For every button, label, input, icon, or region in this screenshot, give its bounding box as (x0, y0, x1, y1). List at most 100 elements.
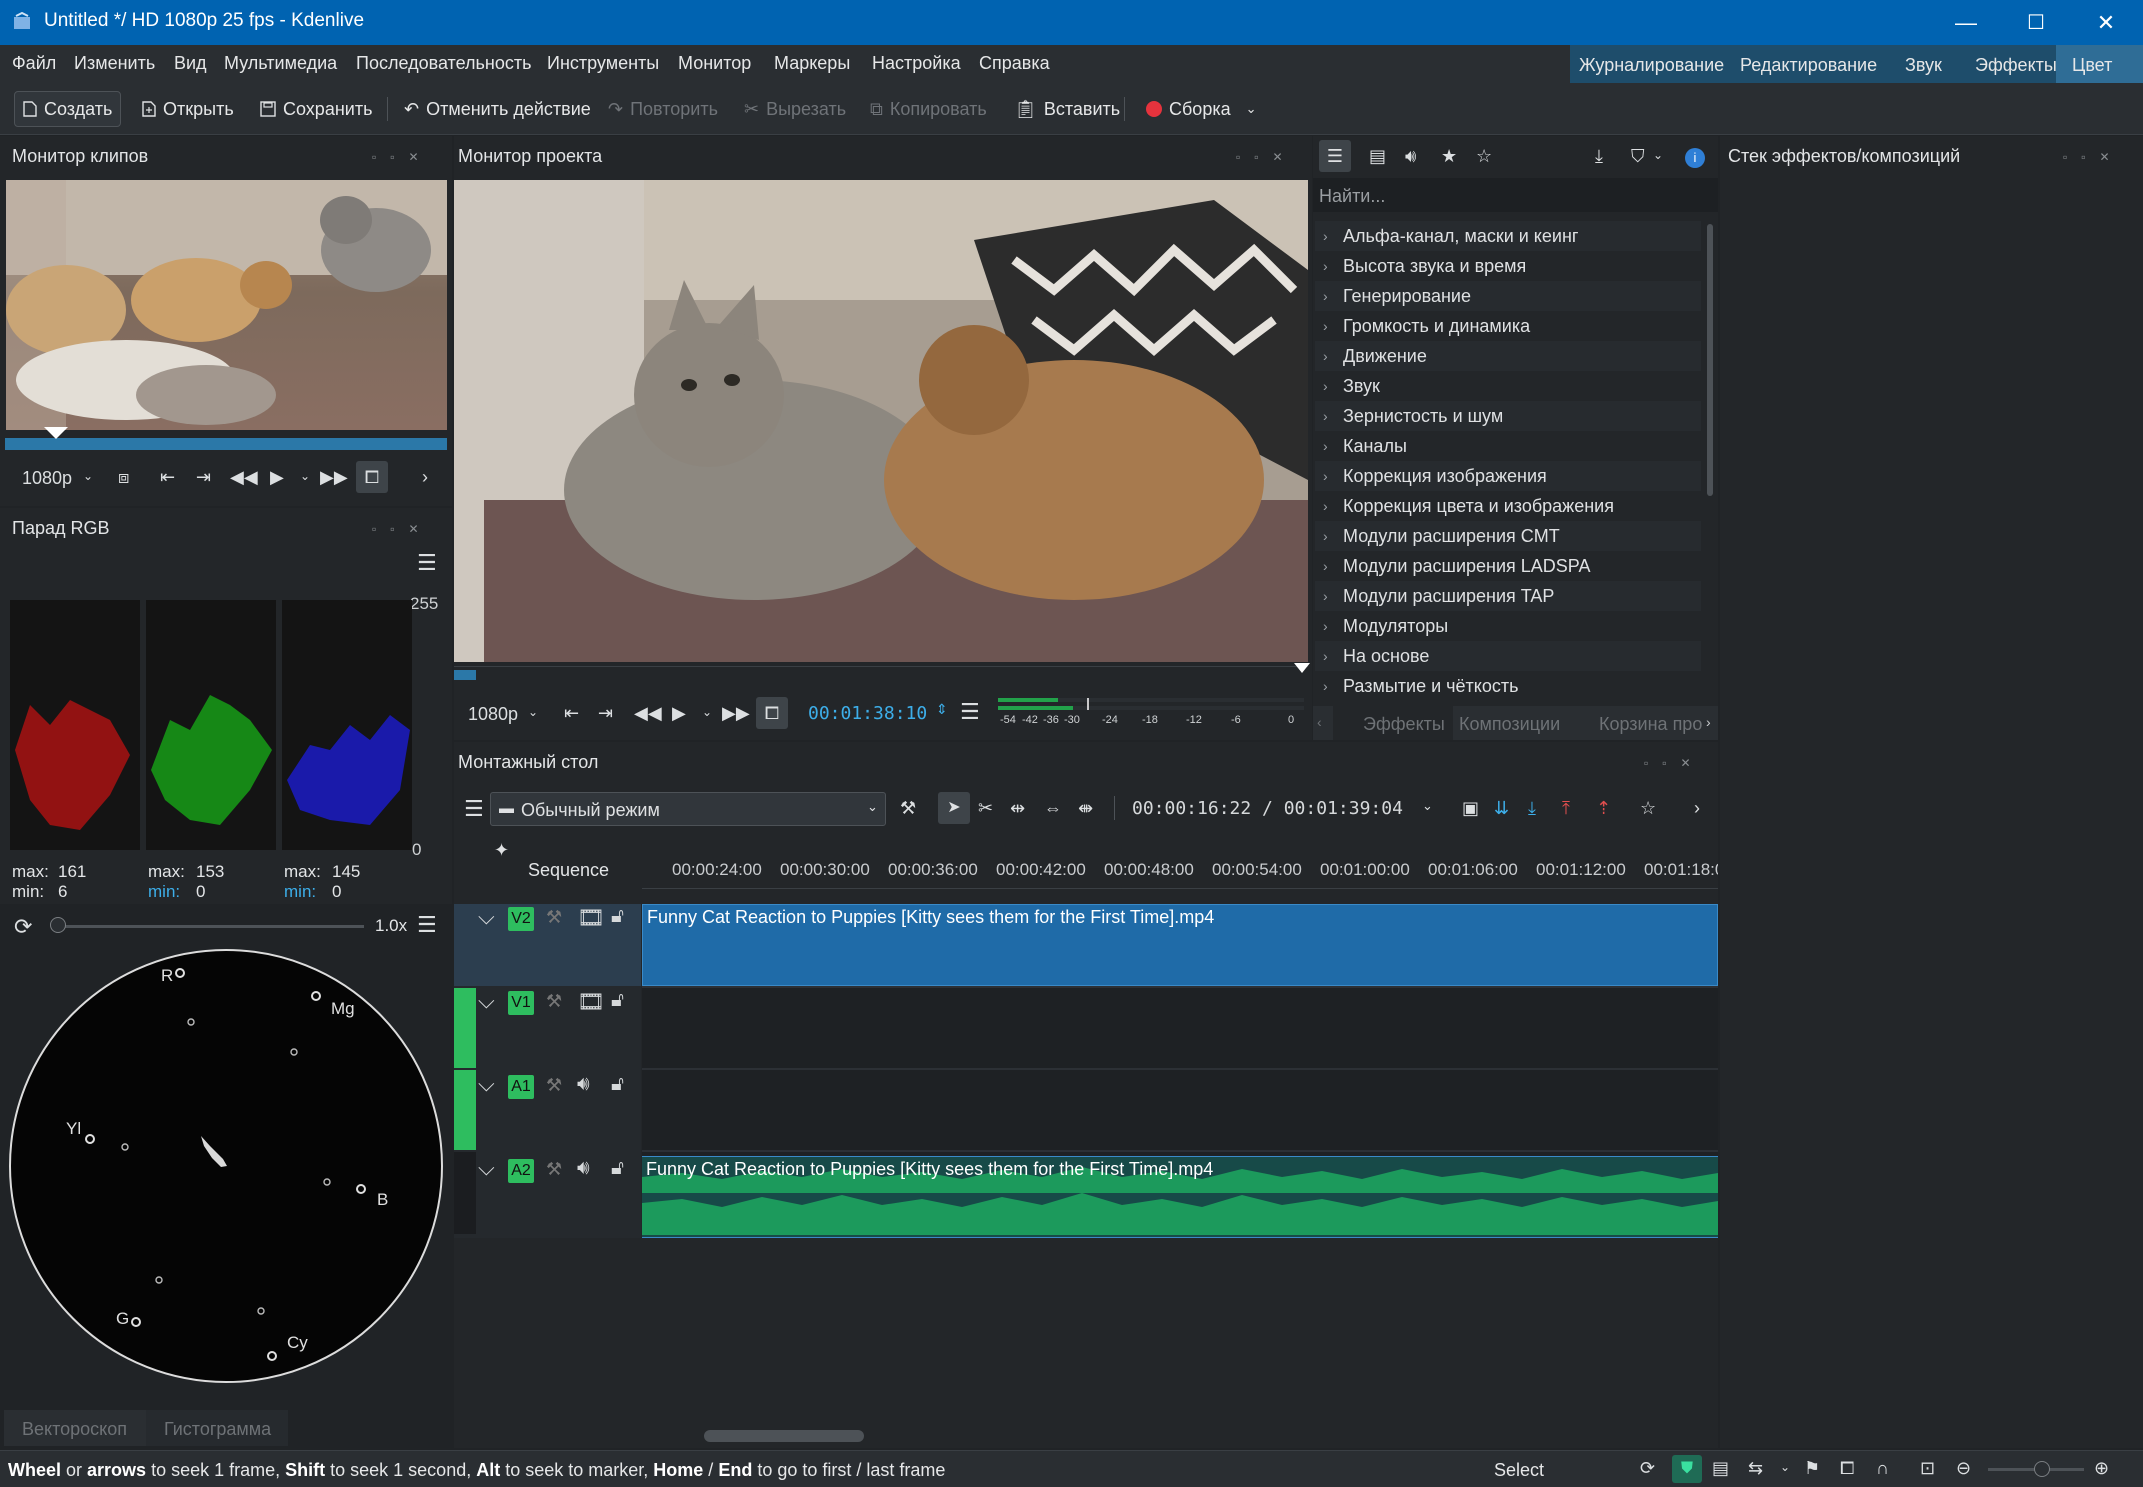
favorite-star-icon[interactable]: ☆ (1640, 798, 1656, 819)
rgb-parade-dock-controls[interactable]: ▫▫✕ (372, 522, 433, 536)
more-chevron-icon[interactable]: › (1694, 798, 1700, 819)
effect-category[interactable]: › Модули расширения TAP (1315, 581, 1701, 611)
timeline-horizontal-scrollbar[interactable] (704, 1430, 864, 1442)
collapse-a1-icon[interactable]: ⌵ (478, 1071, 495, 1097)
menu-sequence[interactable]: Последовательность (356, 53, 531, 74)
timecode-spin-icon[interactable]: ⇕ (936, 701, 948, 718)
zoom-out-icon[interactable]: ⊖ (1956, 1458, 1971, 1479)
menu-help[interactable]: Справка (979, 53, 1050, 74)
effects-search-field[interactable]: Найти... (1313, 178, 1718, 212)
forward-icon[interactable]: ▶▶ (722, 703, 750, 724)
effect-category[interactable]: › Генерирование (1315, 281, 1701, 311)
layout-editing[interactable]: Редактирование (1740, 55, 1877, 76)
menu-file[interactable]: Файл (12, 53, 56, 74)
tab-scroll-right-icon[interactable]: › (1706, 714, 1711, 730)
chevron-down-icon[interactable]: ⌄ (702, 705, 712, 719)
refresh-icon[interactable]: ⟳ (14, 914, 32, 940)
download-icon[interactable]: ⤓ (1595, 146, 1603, 167)
slip-tool-icon[interactable]: ⇼ (1078, 798, 1093, 819)
layout-color[interactable]: Цвет (2056, 45, 2143, 83)
film-icon[interactable]: 🎞︎ (577, 905, 605, 931)
clip-monitor-video[interactable] (6, 180, 447, 430)
track-name-a1[interactable]: A1 (508, 1075, 534, 1099)
clip-monitor-dock-controls[interactable]: ▫▫✕ (372, 150, 433, 164)
tab-vectorscope[interactable]: Вектороскоп (4, 1410, 146, 1446)
track-effects-icon[interactable]: ⚒ (546, 907, 562, 928)
effect-category[interactable]: › Движение (1315, 341, 1701, 371)
chevron-down-icon[interactable]: ⌄ (300, 469, 310, 483)
collapse-v2-icon[interactable]: ⌵ (478, 904, 495, 930)
menu-monitor[interactable]: Монитор (678, 53, 751, 74)
speaker-icon[interactable]: 🔊︎ (577, 1073, 590, 1096)
menu-markers[interactable]: Маркеры (774, 53, 850, 74)
vectorscope-zoom-slider[interactable] (54, 925, 364, 928)
effect-category[interactable]: › Громкость и динамика (1315, 311, 1701, 341)
track-target-v1[interactable] (454, 988, 476, 1068)
set-in-point-icon[interactable]: ⇤ (160, 467, 175, 488)
rewind-icon[interactable]: ◀◀ (230, 467, 258, 488)
menu-hamburger-icon[interactable]: ☰ (464, 796, 484, 822)
menu-hamburger-icon[interactable]: ☰ (417, 912, 437, 938)
tab-effects[interactable]: Эффекты (1333, 706, 1453, 740)
flag-icon[interactable]: ⚑ (1804, 1458, 1820, 1479)
maximize-button[interactable]: ☐ (2003, 0, 2069, 45)
rewind-icon[interactable]: ◀◀ (634, 703, 662, 724)
play-icon[interactable]: ▶ (672, 703, 686, 724)
chevron-down-icon[interactable]: ⌄ (1422, 798, 1433, 814)
play-icon[interactable]: ▶ (270, 467, 284, 488)
project-monitor-dock-controls[interactable]: ▫▫✕ (1236, 150, 1297, 164)
overwrite-icon[interactable]: ▣ (1462, 798, 1479, 819)
select-tool-icon[interactable]: ➤ (938, 792, 970, 824)
collapse-a2-icon[interactable]: ⌵ (478, 1155, 495, 1181)
effect-category[interactable]: › Модуляторы (1315, 611, 1701, 641)
tab-transitions[interactable]: Композиции (1459, 714, 1560, 735)
track-target-a1[interactable] (454, 1070, 476, 1150)
layout-effects[interactable]: Эффекты (1975, 55, 2057, 76)
track-effects-icon[interactable]: ⚒ (546, 1075, 562, 1096)
film-icon[interactable]: 🎞︎ (577, 989, 605, 1015)
effect-category[interactable]: › Модули расширения CMT (1315, 521, 1701, 551)
fit-zoom-icon[interactable]: ⧠ (1840, 1458, 1854, 1479)
slider-handle[interactable] (50, 917, 66, 933)
set-out-point-icon[interactable]: ⇥ (196, 467, 211, 488)
timeline-clip-a2[interactable]: Funny Cat Reaction to Puppies [Kitty see… (642, 1156, 1718, 1238)
lock-icon[interactable]: 🔓︎ (611, 905, 624, 928)
favorites-icon[interactable]: ☆ (1476, 146, 1492, 167)
effect-category[interactable]: › На основе (1315, 641, 1701, 671)
extract-icon[interactable]: ⇡ (1596, 798, 1611, 819)
track-name-v2[interactable]: V2 (508, 907, 534, 931)
filter-icon[interactable]: ⛉ (1631, 146, 1645, 167)
project-playhead-marker[interactable] (1294, 663, 1310, 673)
list-view-icon[interactable]: ☰ (1319, 140, 1351, 172)
lock-icon[interactable]: 🔓︎ (611, 989, 624, 1012)
magnet-icon[interactable]: ∩ (1876, 1458, 1889, 1479)
copy-button[interactable]: ⧉ Копировать (862, 91, 995, 127)
insert-icon[interactable]: ⇊ (1494, 798, 1509, 819)
menu-settings[interactable]: Настройка (872, 53, 961, 74)
razor-tool-icon[interactable]: ✂ (978, 798, 993, 819)
effect-category[interactable]: › Звук (1315, 371, 1701, 401)
forward-icon[interactable]: ▶▶ (320, 467, 348, 488)
timeline-clip-v2[interactable]: Funny Cat Reaction to Puppies [Kitty see… (642, 904, 1718, 986)
timeline-ruler[interactable]: 00:00:24:00 00:00:30:00 00:00:36:00 00:0… (642, 846, 1718, 896)
menu-hamburger-icon[interactable]: ☰ (960, 699, 980, 725)
project-monitor-video[interactable] (454, 180, 1308, 662)
set-out-point-icon[interactable]: ⇥ (598, 703, 613, 724)
tab-project-bin[interactable]: Корзина про (1599, 714, 1702, 735)
split-view-icon[interactable]: ⇆ (1748, 1458, 1763, 1479)
lift-icon[interactable]: ⤒ (1562, 798, 1570, 819)
menu-view[interactable]: Вид (174, 53, 207, 74)
speaker-icon[interactable]: 🔊︎ (577, 1157, 590, 1180)
clip-monitor-ruler[interactable] (5, 438, 447, 450)
track-effects-icon[interactable]: ⚒ (546, 1159, 562, 1180)
tab-scroll-left-icon[interactable]: ‹ (1317, 714, 1322, 730)
open-button[interactable]: Открыть (134, 91, 242, 127)
effect-category[interactable]: › Зернистость и шум (1315, 401, 1701, 431)
refresh-icon[interactable]: ⟳ (1640, 1458, 1655, 1479)
ripple-tool-icon[interactable]: ⇔ (1044, 798, 1062, 819)
effect-category[interactable]: › Высота звука и время (1315, 251, 1701, 281)
magic-wand-icon[interactable]: ⚒ (900, 798, 916, 819)
chevron-down-icon[interactable]: ⌄ (1780, 1460, 1790, 1474)
overwrite-down-icon[interactable]: ⤓ (1528, 798, 1536, 819)
zoom-fit-icon[interactable]: ⊡ (1920, 1458, 1935, 1479)
